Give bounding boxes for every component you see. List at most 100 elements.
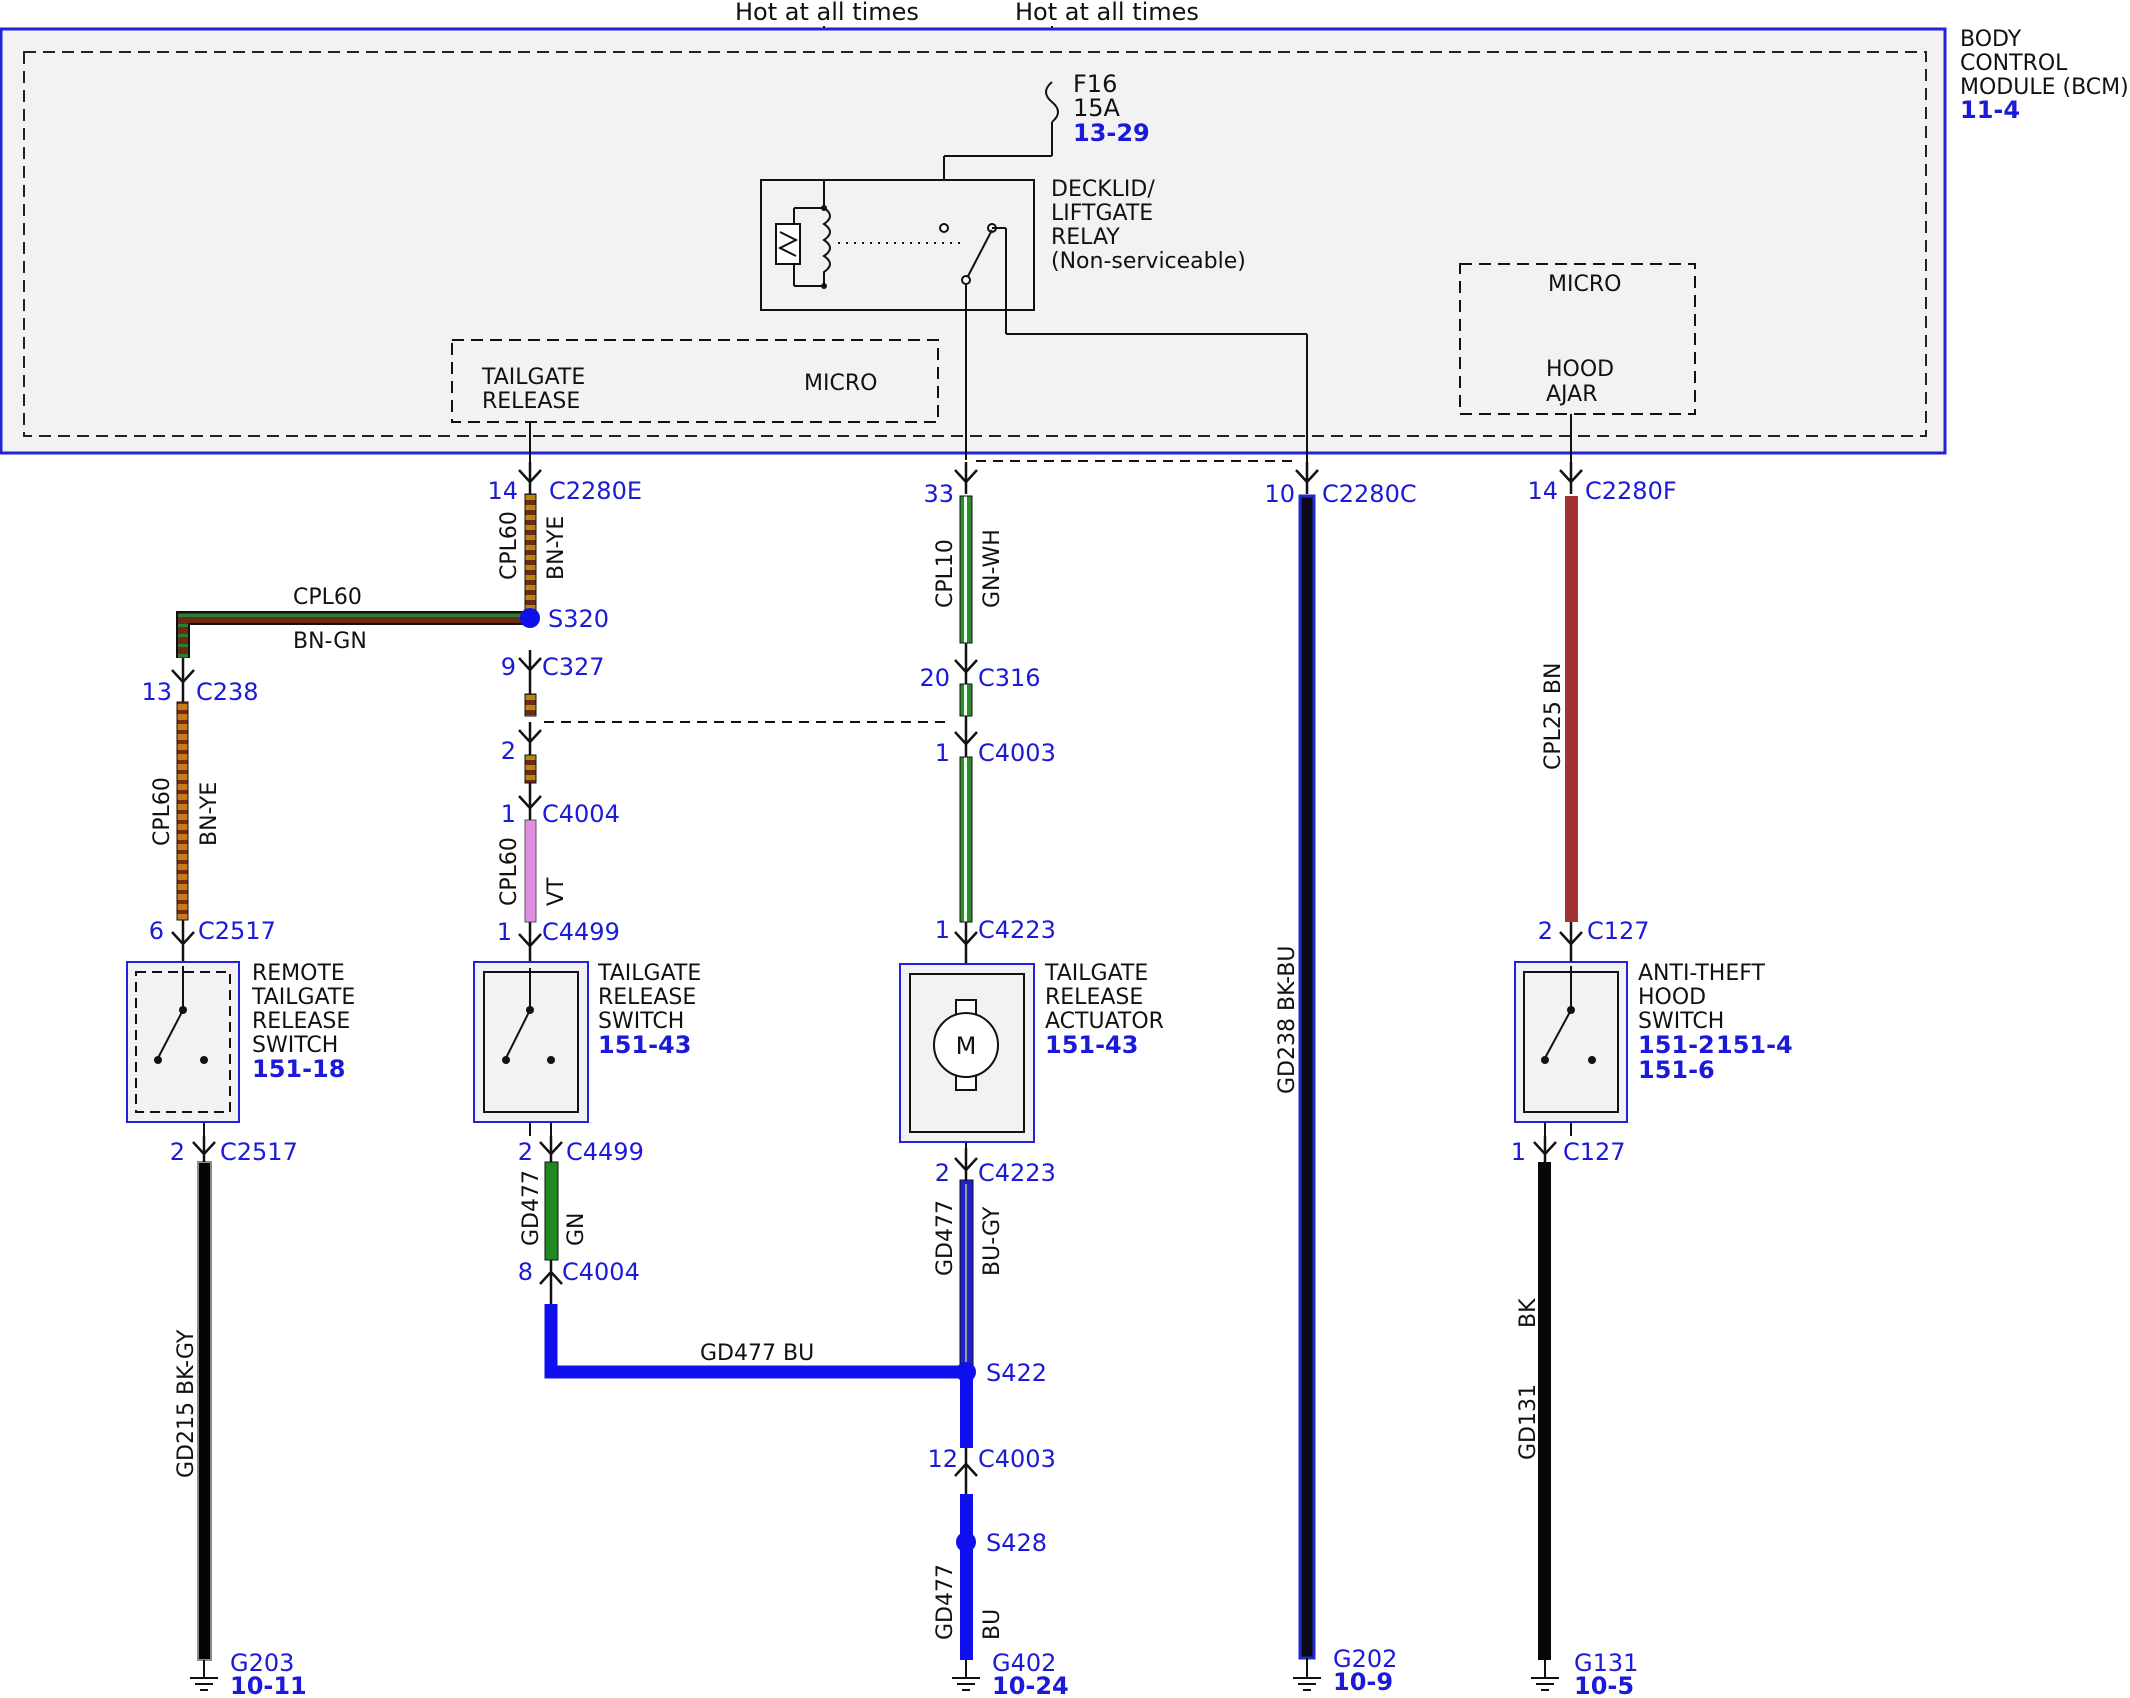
micro-left-signal-1: TAILGATE xyxy=(481,365,585,390)
wire-cpl10-gnwh-short xyxy=(959,683,973,717)
c2280c-pin: 10 xyxy=(1264,480,1295,508)
power-feed-right-label: Hot at all times xyxy=(1015,0,1199,26)
wire-cpl60-bnye-top xyxy=(524,493,537,615)
c4499-1-name: C4499 xyxy=(542,918,620,946)
relay-name-2: LIFTGATE xyxy=(1051,201,1153,226)
tailgate-switch-ref[interactable]: 151-43 xyxy=(598,1031,691,1059)
mark-c4499-2 xyxy=(539,1136,563,1162)
cpl60-bngn-color: BN-GN xyxy=(293,629,367,654)
mark-c4003-12 xyxy=(954,1448,978,1494)
tailgate-release-switch: TAILGATE RELEASE SWITCH 151-43 xyxy=(473,961,701,1123)
c4004-8-pin: 8 xyxy=(518,1258,533,1286)
fuse-ref[interactable]: 13-29 xyxy=(1073,119,1150,147)
g131-ref[interactable]: 10-5 xyxy=(1574,1672,1634,1698)
splice-s428 xyxy=(956,1532,976,1552)
cpl60-left-color: BN-YE xyxy=(197,782,222,846)
micro-right-signal-1: HOOD xyxy=(1546,357,1614,382)
c4003-1-name: C4003 xyxy=(978,739,1056,767)
remote-switch-name-1: REMOTE xyxy=(252,961,345,986)
remote-switch-ref[interactable]: 151-18 xyxy=(252,1055,345,1083)
g202-ref[interactable]: 10-9 xyxy=(1333,1668,1393,1696)
gd238-label: GD238 BK-BU xyxy=(1275,945,1300,1094)
relay-no-contact xyxy=(939,223,949,233)
micro-left-label: MICRO xyxy=(804,371,877,396)
mark-c127-2 xyxy=(1559,922,1583,966)
c2517-6-pin: 6 xyxy=(149,917,164,945)
bcm-ref[interactable]: 11-4 xyxy=(1960,96,2020,124)
c127-2-pin: 2 xyxy=(1538,917,1553,945)
s320-label: S320 xyxy=(548,605,609,633)
c4223-2-name: C4223 xyxy=(978,1159,1056,1187)
splice-s320 xyxy=(520,608,540,628)
mark-c2517-2 xyxy=(192,1136,216,1162)
hood-switch-ref-3[interactable]: 151-6 xyxy=(1638,1056,1715,1084)
tailgate-switch-name-1: TAILGATE xyxy=(597,961,701,986)
wire-gd477-bu-v2 xyxy=(960,1494,973,1660)
remote-switch-name-3: RELEASE xyxy=(252,1009,350,1034)
c4003-1-pin: 1 xyxy=(935,739,950,767)
hood-switch-ref-2[interactable]: 151-4 xyxy=(1716,1031,1793,1059)
s422-label: S422 xyxy=(986,1359,1047,1387)
c4223-1-name: C4223 xyxy=(978,916,1056,944)
wire-gd477-gn xyxy=(544,1161,559,1261)
mark-c2280e xyxy=(518,462,542,494)
relay-box xyxy=(760,179,1035,311)
gd131-circuit: GD131 xyxy=(1516,1384,1541,1460)
s428-label: S428 xyxy=(986,1529,1047,1557)
c4003-12-name: C4003 xyxy=(978,1445,1056,1473)
c2280e-pin: 14 xyxy=(487,477,518,505)
c4499-2-pin: 2 xyxy=(518,1138,533,1166)
remote-switch-name-2: TAILGATE xyxy=(251,985,355,1010)
g203-ref[interactable]: 10-11 xyxy=(230,1672,307,1698)
wire-cpl60-bnye-short xyxy=(524,693,537,717)
c4004-1-name: C4004 xyxy=(542,800,620,828)
mark-c2280c xyxy=(1295,462,1319,494)
relay-name-4: (Non-serviceable) xyxy=(1051,249,1246,274)
cpl60-vt-color: VT xyxy=(544,877,569,906)
cpl60-left-circuit: CPL60 xyxy=(150,777,175,846)
actuator-ref[interactable]: 151-43 xyxy=(1045,1031,1138,1059)
remote-tailgate-switch: REMOTE TAILGATE RELEASE SWITCH 151-18 xyxy=(126,961,355,1123)
relay-common xyxy=(961,275,971,285)
mark-c238 xyxy=(171,658,195,702)
micro-left-signal-2: RELEASE xyxy=(482,389,580,414)
wire-cpl60-vt xyxy=(524,819,537,923)
gd477-bu-h-label: GD477 BU xyxy=(700,1341,814,1366)
c2280e-33-pin: 33 xyxy=(923,480,954,508)
c2517-6-name: C2517 xyxy=(198,917,276,945)
wiring-diagram: Hot at all times Hot at all times BODY C… xyxy=(0,0,2129,1698)
g402-ref[interactable]: 10-24 xyxy=(992,1672,1069,1698)
mark-c4003-1 xyxy=(954,716,978,757)
mark-c2280e-33 xyxy=(954,462,978,494)
gd477-bugy-circuit: GD477 xyxy=(933,1200,958,1276)
hood-switch-name-1: ANTI-THEFT xyxy=(1638,961,1766,986)
actuator-name-2: RELEASE xyxy=(1045,985,1143,1010)
fuse-rating: 15A xyxy=(1073,94,1121,122)
c4003-12-pin: 12 xyxy=(927,1445,958,1473)
gd477-bu-v-circuit: GD477 xyxy=(933,1564,958,1640)
c127-1-name: C127 xyxy=(1563,1138,1626,1166)
c238-name: C238 xyxy=(196,678,259,706)
c316-name: C316 xyxy=(978,664,1041,692)
c238-pin: 13 xyxy=(141,678,172,706)
motor-label: M xyxy=(956,1032,977,1060)
tailgate-release-actuator: M TAILGATE RELEASE ACTUATOR 151-43 xyxy=(899,961,1164,1143)
gd477-bu-v-color: BU xyxy=(980,1609,1005,1640)
wires xyxy=(176,493,1578,1661)
c2280c-name: C2280C xyxy=(1322,480,1417,508)
mark-c316 xyxy=(954,643,978,684)
c4223-2-pin: 2 xyxy=(935,1159,950,1187)
c327b-pin: 2 xyxy=(501,737,516,765)
splice-s422 xyxy=(956,1362,976,1382)
gd477-bugy-color: BU-GY xyxy=(980,1206,1005,1276)
c4004-8-name: C4004 xyxy=(562,1258,640,1286)
gd477-gn-circuit: GD477 xyxy=(519,1170,544,1246)
mark-c2280f xyxy=(1559,462,1583,494)
bcm-title-1: BODY xyxy=(1960,27,2022,52)
wire-gd215-bkgy xyxy=(197,1161,212,1661)
hood-switch-ref-1[interactable]: 151-2 xyxy=(1638,1031,1715,1059)
wire-cpl10-gnwh xyxy=(959,495,973,644)
gd215-label: GD215 BK-GY xyxy=(174,1329,199,1478)
cpl60-top-circuit: CPL60 xyxy=(497,511,522,580)
c2280f-name: C2280F xyxy=(1585,477,1677,505)
